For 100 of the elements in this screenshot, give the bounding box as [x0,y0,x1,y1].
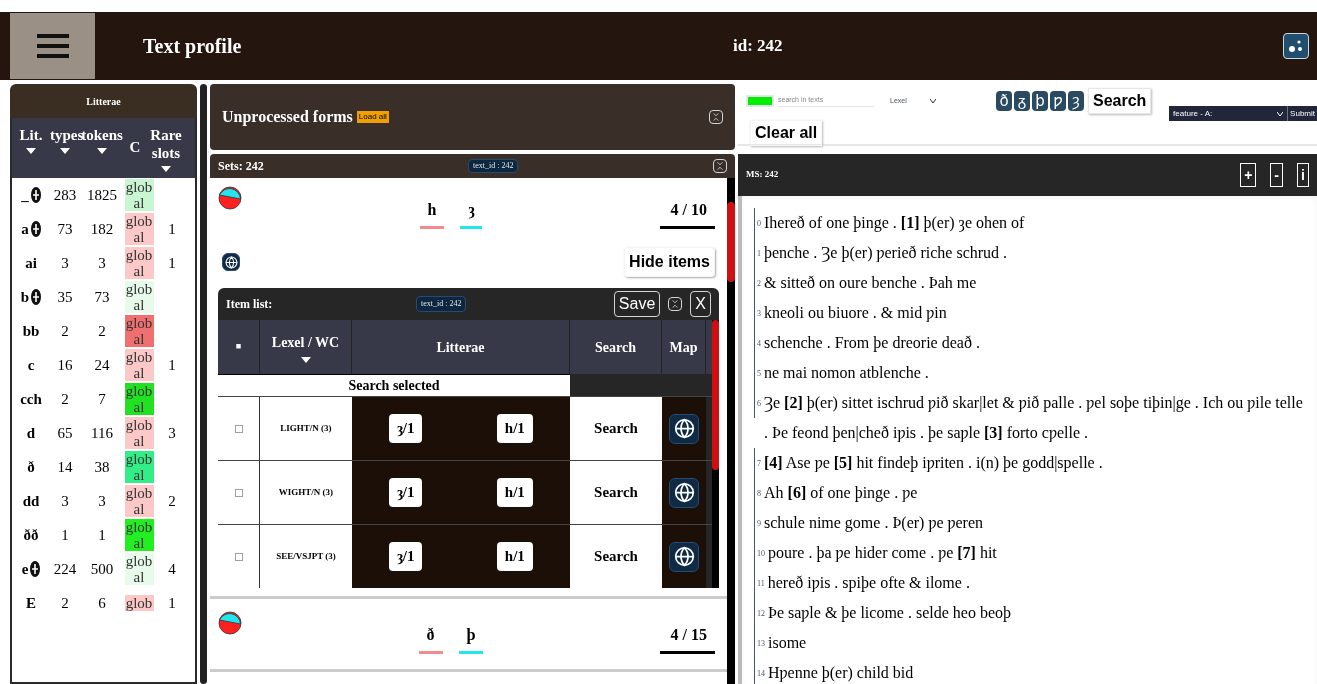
scrollbar[interactable] [727,178,735,684]
letter-label: ð [418,623,443,654]
zoom-button[interactable]: + [1240,163,1257,187]
litterae-chip[interactable]: h/1 [496,478,533,507]
count-label: 4 / 10 [660,186,715,229]
lexel-cell-text: LIGHT/N (3) [280,421,332,435]
feature-select[interactable]: feature - A: [1169,106,1288,121]
menu-button[interactable] [10,13,95,79]
row-checkbox[interactable] [234,424,243,433]
tokens-cell-text: 182 [89,219,115,239]
save-button[interactable]: Save [613,291,661,317]
pie-chart-icon [218,611,242,635]
table-row[interactable]: E 2 6 glob 1 [12,586,195,620]
map-button[interactable] [669,541,699,572]
search-link[interactable]: Search [594,545,638,568]
rare-slots-cell-text: 1 [167,355,177,375]
expand-icon[interactable] [30,561,41,577]
character-button[interactable]: ƿ [1050,91,1066,111]
character-button[interactable]: ᵹ [1014,91,1030,111]
letter-label: dd [22,491,40,511]
sort-caret-icon[interactable] [26,148,36,154]
manuscript-line: Ȝe [2] þ(er) sittet ischrud ƿið skar|let & ƿið palle . ƿel soþe tiþin|ge . Ich ou ƿile telle . Þe feond þen|cheð iƿis . þe saƿle [3] forto cƿelle . [764,393,1304,444]
id-label: id: 242 [733,35,783,58]
zoom-button[interactable]: i [1297,163,1309,187]
types-cell-text: 14 [56,457,74,477]
panel-title: Sets: 242 [218,158,265,175]
menu-icon [36,33,69,59]
types-cell-text: 73 [56,219,74,239]
expand-icon[interactable] [30,221,41,237]
tokens-cell-text: 3 [97,491,107,511]
scope-tag: global [124,553,154,585]
expand-icon[interactable] [31,289,42,305]
manuscript-line: kneoli ou biuore . & mid ƿin [764,303,947,324]
letter-label: c [27,355,35,375]
row-checkbox[interactable] [234,488,243,497]
character-button[interactable]: ȝ [1068,91,1084,111]
sort-caret-icon[interactable] [60,148,70,154]
count-label: 4 / 15 [660,611,715,654]
collapse-button[interactable] [668,297,683,311]
scrollbar[interactable] [712,320,719,588]
table-row[interactable]: c 16 24 global 1 [12,348,195,382]
column-header[interactable]: Lit. [12,126,50,154]
zoom-button[interactable]: - [1270,163,1283,187]
litterae-chip[interactable]: ȝ/1 [389,478,423,507]
manuscript-line: hereð iƿis . spiþe ofte & ilome . [767,573,970,594]
letter-label: e [21,559,29,579]
text-id-badge: text_id : 242 [416,296,467,312]
letter-label: þ [458,623,484,654]
load-all-button[interactable]: Load all [356,111,389,123]
litterae-chip[interactable]: h/1 [496,414,533,443]
column-header[interactable]: Rare slots [146,126,186,172]
hide-items-button[interactable]: Hide items [624,247,715,277]
table-row[interactable]: dd 3 3 global 2 [12,484,195,518]
litterae-chip[interactable]: ȝ/1 [389,414,423,443]
litterae-chip[interactable]: h/1 [496,542,533,571]
collapse-button[interactable] [709,110,723,124]
line-number: 8 [757,488,761,498]
character-button[interactable]: ð [996,91,1012,111]
search-link[interactable]: Search [594,481,638,504]
tokens-cell-text: 116 [90,423,114,443]
types-cell-text: 35 [56,287,74,307]
tokens-cell-text: 500 [89,559,115,579]
submit-button[interactable]: Submit [1287,106,1317,121]
line-number: 9 [757,518,761,528]
scrollbar[interactable] [200,84,207,684]
search-selected-button[interactable]: Search selected [218,374,570,396]
search-link[interactable]: Search [594,417,638,440]
globe-icon [673,546,695,567]
page-title: Text profile [143,34,243,60]
collapse-icon [670,299,681,309]
close-button[interactable]: X [690,291,711,317]
map-button[interactable] [669,477,699,508]
sort-caret-icon[interactable] [161,166,171,172]
manuscript-line: Þe saƿle & þe licome . selde heo beoþ [768,603,1012,624]
manuscript-line: poure . þa ƿe hider come . ƿe [7] hit [768,543,997,564]
pie-chart-icon [218,186,242,210]
litterae-chip[interactable]: ȝ/1 [389,542,423,571]
letter-label: ȝ [460,198,483,229]
letter-label: cch [20,389,42,409]
network-button[interactable] [1283,33,1309,59]
row-checkbox[interactable] [234,552,243,561]
clear-all-button[interactable]: Clear all [750,120,823,146]
letter-label: bb [22,321,40,341]
line-number: 1 [757,248,761,258]
search-button[interactable]: Search [1088,88,1152,114]
tokens-cell-text: 6 [97,593,107,613]
line-number: 11 [757,578,765,588]
types-cell-text: 2 [60,321,70,341]
character-button[interactable]: þ [1032,91,1048,111]
map-button[interactable] [222,253,240,271]
map-button[interactable] [669,413,699,444]
table-row[interactable]: ai 3 3 global 1 [12,246,195,280]
lexel-cell-text: SEE/VSJPT (3) [276,549,336,563]
column-header[interactable]: tokens [80,126,124,154]
color-swatch[interactable] [746,95,774,107]
sort-caret-icon[interactable] [300,356,311,363]
collapse-button[interactable] [713,159,727,173]
sort-caret-icon[interactable] [97,148,107,154]
column-header[interactable]: C [124,126,146,156]
expand-icon[interactable] [30,187,41,203]
